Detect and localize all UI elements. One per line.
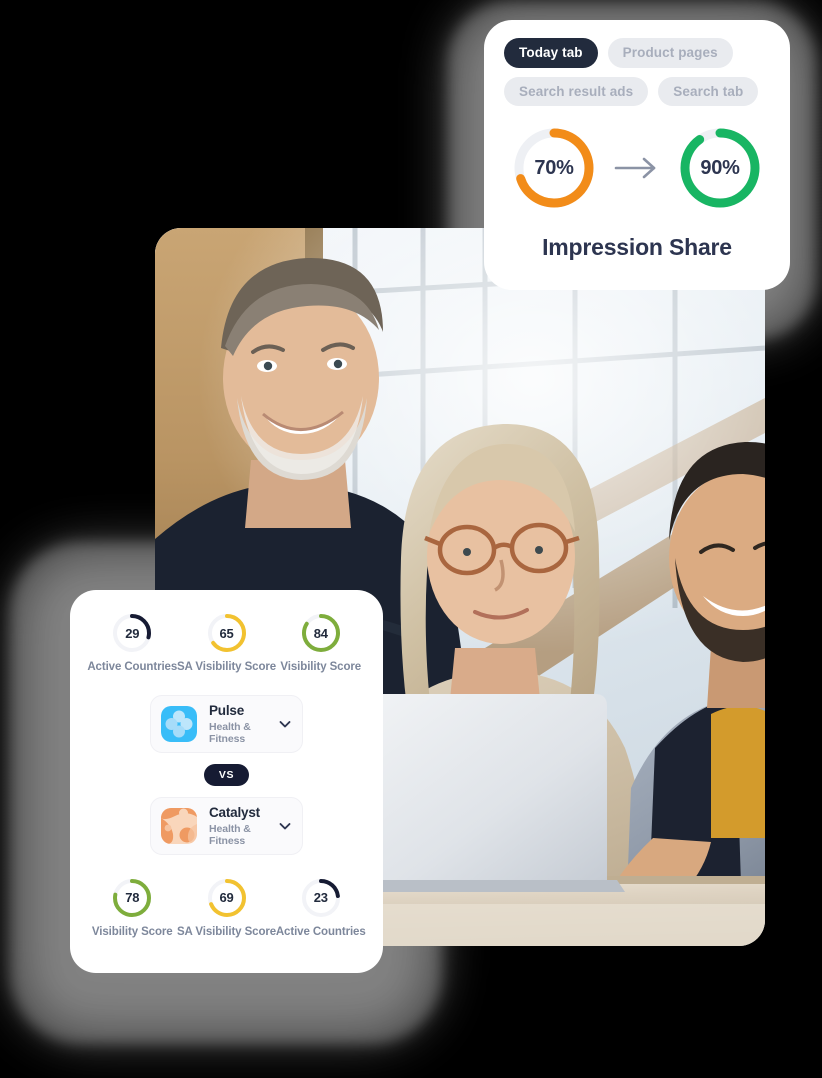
pulse-app-category: Health & Fitness [209, 720, 251, 745]
chevron-down-icon-svg [279, 720, 291, 728]
mini-donut-29: 29 [111, 612, 153, 654]
mini-donut-65: 65 [206, 612, 248, 654]
pulse-clover-icon-svg [161, 705, 197, 742]
bottom-score-row: 78 Visibility Score 69 SA Visibility Sco… [82, 877, 371, 938]
app-selector-catalyst[interactable]: Catalyst Health & Fitness [150, 797, 303, 855]
score-active-countries-a: 29 Active Countries [86, 612, 179, 673]
vs-badge: VS [203, 763, 250, 787]
impression-value-before: 70% [534, 156, 574, 179]
mini-donut-23: 23 [300, 877, 342, 919]
impression-gauge-row: 70% 90% [504, 124, 770, 212]
pulse-clover-icon [161, 705, 197, 742]
score-sa-visibility-b: 69 SA Visibility Score [176, 877, 277, 938]
score-visibility-b: 78 Visibility Score [86, 877, 179, 938]
impression-gauge-before: 70% [510, 124, 598, 212]
catalyst-app-text: Catalyst Health & Fitness [209, 805, 266, 847]
page-root: Today tab Product pages Search result ad… [0, 0, 822, 1078]
top-score-row: 29 Active Countries 65 SA Visibility Sco… [82, 612, 371, 673]
score-label-visibility-b: Visibility Score [91, 925, 173, 938]
tab-search-tab[interactable]: Search tab [658, 76, 759, 106]
app-selector-pulse[interactable]: Pulse Health & Fitness [150, 695, 303, 753]
mini-donut-23-value: 23 [313, 890, 328, 906]
score-visibility-a: 84 Visibility Score [275, 612, 368, 673]
tab-today[interactable]: Today tab [504, 38, 598, 68]
app-compare-card: 29 Active Countries 65 SA Visibility Sco… [70, 590, 383, 973]
tab-product-pages[interactable]: Product pages [607, 38, 733, 68]
mini-donut-69: 69 [206, 877, 248, 919]
pulse-app-name: Pulse [209, 703, 245, 718]
mini-donut-65-value: 65 [219, 625, 234, 641]
impression-value-after: 90% [700, 156, 740, 179]
mini-donut-78: 78 [111, 877, 153, 919]
score-label-visibility-a: Visibility Score [280, 661, 362, 673]
mini-donut-84: 84 [300, 612, 342, 654]
mini-donut-78-value: 78 [125, 890, 140, 906]
pulse-app-text: Pulse Health & Fitness [209, 703, 266, 745]
score-active-countries-b: 23 Active Countries [275, 877, 368, 938]
tab-chip-row-1: Today tab Product pages [504, 38, 770, 68]
chevron-down-icon[interactable] [278, 717, 292, 731]
tab-chip-row-2: Search result ads Search tab [504, 76, 770, 106]
impression-gauge-after: 90% [676, 124, 764, 212]
score-label-sa-visibility-b: SA Visibility Score [176, 925, 277, 938]
score-label-active-countries-a: Active Countries [87, 661, 178, 673]
catalyst-app-category: Health & Fitness [209, 822, 251, 847]
score-label-sa-visibility-a: SA Visibility Score [176, 661, 277, 673]
vs-wrapper: VS [82, 763, 371, 787]
chevron-down-icon[interactable] [278, 819, 292, 833]
score-sa-visibility-a: 65 SA Visibility Score [176, 612, 277, 673]
chevron-down-icon-svg [279, 822, 291, 830]
impression-share-title: Impression Share [542, 234, 732, 260]
mini-donut-69-value: 69 [219, 890, 234, 906]
catalyst-blob-icon-svg [161, 807, 197, 844]
score-label-active-countries-b: Active Countries [275, 925, 366, 938]
arrow-right-icon [614, 157, 656, 179]
catalyst-blob-icon [161, 807, 197, 844]
tab-search-result-ads[interactable]: Search result ads [504, 76, 649, 106]
mini-donut-84-value: 84 [313, 625, 328, 641]
mini-donut-29-value: 29 [125, 625, 140, 641]
catalyst-app-name: Catalyst [209, 805, 260, 821]
impression-share-card: Today tab Product pages Search result ad… [484, 20, 790, 290]
